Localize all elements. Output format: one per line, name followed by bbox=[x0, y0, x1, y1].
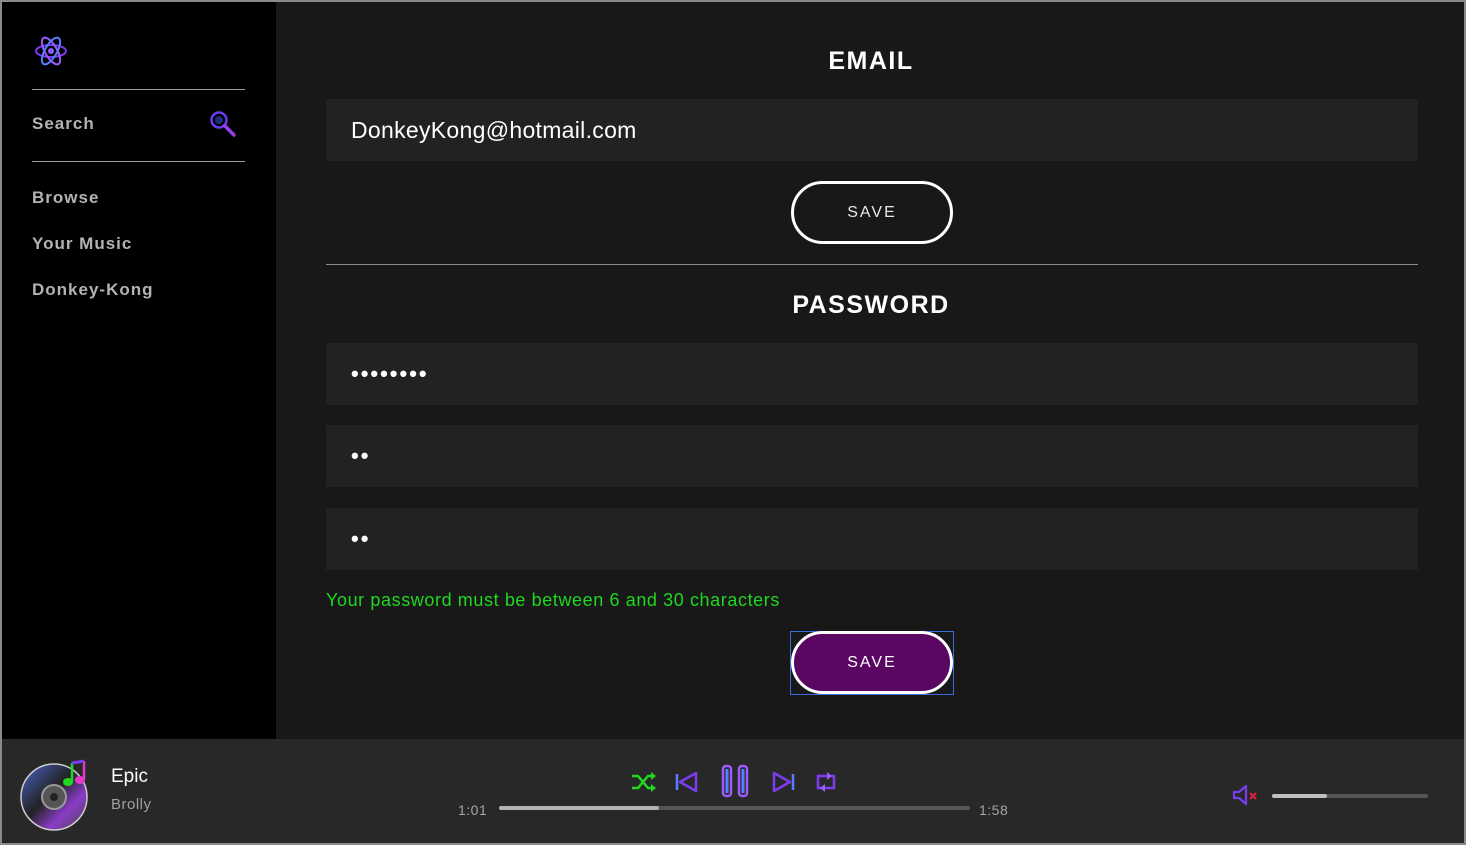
pause-icon[interactable] bbox=[719, 764, 751, 798]
confirm-password-field[interactable]: •• bbox=[326, 508, 1418, 570]
save-password-button[interactable]: SAVE bbox=[791, 631, 953, 694]
progress-fill bbox=[499, 806, 660, 810]
volume-slider[interactable] bbox=[1272, 794, 1428, 798]
player-bar: Epic Brolly 1:01 1:58 bbox=[2, 739, 1464, 843]
search-label: Search bbox=[32, 114, 95, 133]
email-section-title: EMAIL bbox=[828, 47, 914, 75]
music-note-icon bbox=[63, 759, 86, 786]
password-section-title: PASSWORD bbox=[792, 291, 950, 319]
save-email-button[interactable]: SAVE bbox=[791, 181, 953, 244]
sidebar-item-your-music[interactable]: Your Music bbox=[32, 232, 154, 278]
current-password-field[interactable]: •••••••• bbox=[326, 343, 1418, 405]
sidebar-divider-top bbox=[32, 89, 245, 90]
track-artist[interactable]: Brolly bbox=[111, 796, 152, 813]
shuffle-icon[interactable] bbox=[630, 771, 658, 793]
sidebar-item-profile[interactable]: Donkey-Kong bbox=[32, 278, 154, 324]
section-divider bbox=[326, 264, 1418, 265]
volume-muted-icon[interactable] bbox=[1231, 784, 1259, 806]
elapsed-time: 1:01 bbox=[458, 802, 488, 818]
new-password-field[interactable]: •• bbox=[326, 425, 1418, 487]
search-link[interactable]: Search bbox=[32, 106, 245, 142]
sidebar-divider-bottom bbox=[32, 161, 245, 162]
sidebar-item-browse[interactable]: Browse bbox=[32, 186, 154, 232]
email-field[interactable]: DonkeyKong@hotmail.com bbox=[326, 99, 1418, 161]
atom-icon[interactable] bbox=[33, 33, 69, 69]
sidebar: Search Browse Your Music Donkey-Kong bbox=[2, 2, 276, 739]
next-icon[interactable] bbox=[770, 771, 796, 793]
account-settings: EMAIL DonkeyKong@hotmail.com SAVE PASSWO… bbox=[276, 2, 1464, 739]
magnifier-icon[interactable] bbox=[209, 110, 237, 138]
repeat-icon[interactable] bbox=[813, 770, 839, 794]
app-window: Search Browse Your Music Donkey-Kong EMA… bbox=[0, 0, 1466, 845]
password-hint: Your password must be between 6 and 30 c… bbox=[326, 590, 780, 610]
sidebar-nav: Browse Your Music Donkey-Kong bbox=[32, 186, 154, 324]
track-title[interactable]: Epic bbox=[111, 766, 148, 788]
previous-icon[interactable] bbox=[674, 771, 700, 793]
total-time: 1:58 bbox=[979, 802, 1009, 818]
volume-fill bbox=[1272, 794, 1327, 798]
progress-bar[interactable] bbox=[499, 806, 970, 810]
